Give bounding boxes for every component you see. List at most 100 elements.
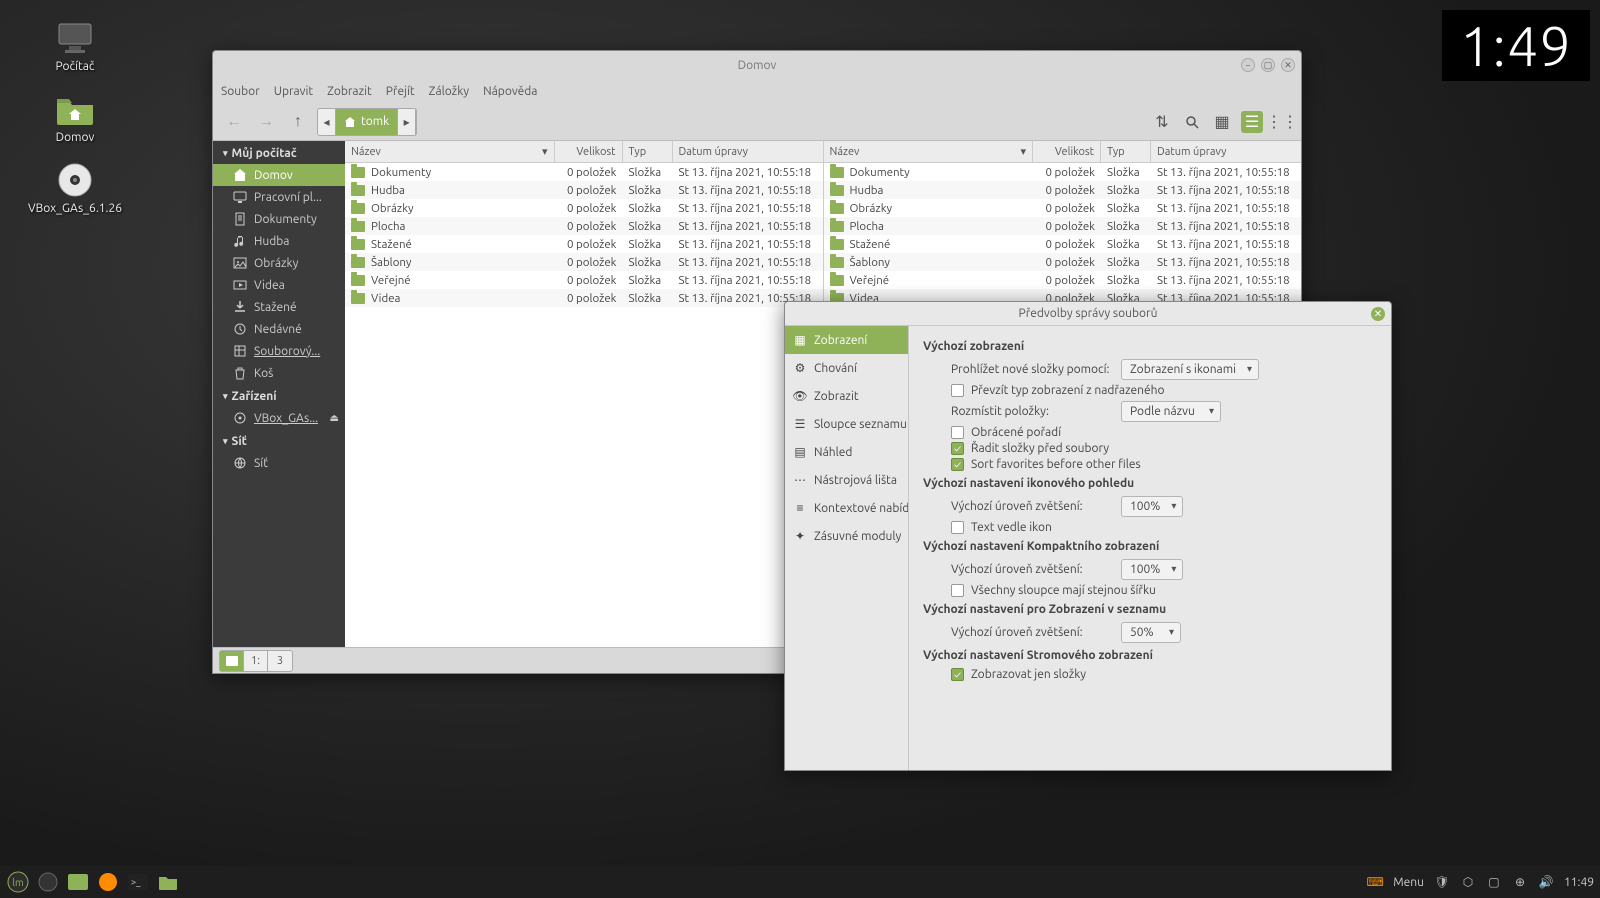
prefs-titlebar[interactable]: Předvolby správy souborů ✕ — [785, 302, 1391, 326]
path-segment-home[interactable]: tomk — [336, 109, 398, 135]
combo-zoom-icon[interactable]: 100% — [1121, 496, 1183, 517]
prefs-tab-gear[interactable]: ⚙Chování — [785, 354, 908, 382]
menu-file[interactable]: Soubor — [221, 85, 260, 98]
col-size[interactable]: Velikost — [555, 141, 623, 162]
table-row[interactable]: Plocha0 položekSložkaSt 13. října 2021, … — [345, 217, 823, 235]
checkbox-same-width[interactable]: Všechny sloupce mají stejnou šířku — [951, 584, 1377, 597]
prefs-tab-grid[interactable]: ▦Zobrazení — [785, 326, 908, 354]
show-desktop-button[interactable] — [36, 870, 60, 894]
sidebar-item-recent[interactable]: Nedávné — [213, 318, 345, 340]
sidebar-head-computer[interactable]: Můj počítač — [213, 141, 345, 164]
sidebar-item-image[interactable]: Obrázky — [213, 252, 345, 274]
menu-edit[interactable]: Upravit — [274, 85, 313, 98]
status-tree-button[interactable]: 1: — [244, 651, 268, 671]
status-page-button[interactable]: 3 — [268, 651, 292, 671]
checkbox-fav-first[interactable]: Sort favorites before other files — [951, 458, 1377, 471]
sidebar-item-trash[interactable]: Koš — [213, 362, 345, 384]
col-name[interactable]: Název▾ — [345, 141, 555, 162]
desktop-icon-home[interactable]: Domov — [20, 91, 130, 144]
taskbar-app-files[interactable] — [156, 870, 180, 894]
sidebar-item-doc[interactable]: Dokumenty — [213, 208, 345, 230]
combo-zoom-list[interactable]: 50% — [1121, 622, 1181, 643]
checkbox-inherit[interactable]: Převzít typ zobrazení z nadřazeného — [951, 384, 1377, 397]
path-prev-button[interactable]: ◂ — [318, 109, 336, 135]
tray-shield-icon[interactable]: ⬡ — [1460, 874, 1476, 890]
combo-zoom-compact[interactable]: 100% — [1121, 559, 1183, 580]
tray-volume-icon[interactable]: 🔊 — [1538, 874, 1554, 890]
table-row[interactable]: Stažené0 položekSložkaSt 13. října 2021,… — [824, 235, 1302, 253]
tray-display-icon[interactable]: ▢ — [1486, 874, 1502, 890]
table-row[interactable]: Dokumenty0 položekSložkaSt 13. října 202… — [824, 163, 1302, 181]
table-row[interactable]: Veřejné0 položekSložkaSt 13. října 2021,… — [824, 271, 1302, 289]
prefs-tab-ctx[interactable]: ≡Kontextové nabídky — [785, 494, 908, 522]
prefs-tab-plug[interactable]: ✦Zásuvné moduly — [785, 522, 908, 550]
prefs-close-button[interactable]: ✕ — [1371, 307, 1385, 321]
checkbox-folders-first[interactable]: Řadit složky před soubory — [951, 442, 1377, 455]
tray-network-icon[interactable]: ⊕ — [1512, 874, 1528, 890]
sidebar-item-video[interactable]: Videa — [213, 274, 345, 296]
titlebar[interactable]: Domov − ▢ ✕ — [213, 51, 1301, 79]
checkbox-reverse[interactable]: Obrácené pořadí — [951, 426, 1377, 439]
sidebar-item-music[interactable]: Hudba — [213, 230, 345, 252]
col-size[interactable]: Velikost — [1033, 141, 1101, 162]
sidebar-head-network[interactable]: Síť — [213, 429, 345, 452]
start-menu-button[interactable]: lm — [6, 870, 30, 894]
sidebar-item-fs[interactable]: Souborový... — [213, 340, 345, 362]
sidebar-item-disc[interactable]: VBox_GAs...⏏ — [213, 407, 345, 429]
table-row[interactable]: Stažené0 položekSložkaSt 13. října 2021,… — [345, 235, 823, 253]
table-row[interactable]: Obrázky0 položekSložkaSt 13. října 2021,… — [345, 199, 823, 217]
nav-back-button[interactable]: ← — [221, 109, 247, 135]
path-next-button[interactable]: ▸ — [398, 109, 416, 135]
window-maximize-button[interactable]: ▢ — [1261, 58, 1275, 72]
col-type[interactable]: Typ — [1101, 141, 1151, 162]
tray-keyboard-icon[interactable]: ⌨ — [1367, 874, 1383, 890]
checkbox-only-folders[interactable]: Zobrazovat jen složky — [951, 668, 1377, 681]
col-type[interactable]: Typ — [623, 141, 673, 162]
table-row[interactable]: Šablony0 položekSložkaSt 13. října 2021,… — [345, 253, 823, 271]
sidebar-item-desktop[interactable]: Pracovní pl... — [213, 186, 345, 208]
desktop-icon-computer[interactable]: Počítač — [20, 20, 130, 73]
combo-view-new[interactable]: Zobrazení s ikonami — [1121, 359, 1259, 380]
file-rows[interactable]: Dokumenty0 položekSložkaSt 13. října 202… — [345, 163, 823, 647]
window-close-button[interactable]: ✕ — [1281, 58, 1295, 72]
col-date[interactable]: Datum úpravy — [673, 141, 823, 162]
menu-go[interactable]: Přejít — [386, 85, 415, 98]
nav-up-button[interactable]: ↑ — [285, 109, 311, 135]
table-row[interactable]: Videa0 položekSložkaSt 13. října 2021, 1… — [345, 289, 823, 307]
col-date[interactable]: Datum úpravy — [1151, 141, 1301, 162]
taskbar-files-button[interactable] — [66, 870, 90, 894]
table-row[interactable]: Veřejné0 položekSložkaSt 13. října 2021,… — [345, 271, 823, 289]
combo-arrange[interactable]: Podle názvu — [1121, 401, 1221, 422]
prefs-tab-prev[interactable]: ▤Náhled — [785, 438, 908, 466]
table-row[interactable]: Šablony0 položekSložkaSt 13. října 2021,… — [824, 253, 1302, 271]
toggle-location-button[interactable]: ⇅ — [1151, 111, 1173, 133]
table-row[interactable]: Dokumenty0 položekSložkaSt 13. října 202… — [345, 163, 823, 181]
taskbar-firefox-button[interactable] — [96, 870, 120, 894]
view-list-button[interactable]: ☰ — [1241, 111, 1263, 133]
menu-help[interactable]: Nápověda — [483, 85, 537, 98]
taskbar-terminal-button[interactable]: >_ — [126, 870, 150, 894]
sidebar-item-download[interactable]: Stažené — [213, 296, 345, 318]
checkbox-text-beside[interactable]: Text vedle ikon — [951, 521, 1377, 534]
table-row[interactable]: Obrázky0 položekSložkaSt 13. října 2021,… — [824, 199, 1302, 217]
menu-label[interactable]: Menu — [1393, 876, 1424, 889]
sidebar-head-devices[interactable]: Zařízení — [213, 384, 345, 407]
col-name[interactable]: Název▾ — [824, 141, 1034, 162]
sidebar-item-home[interactable]: Domov — [213, 164, 345, 186]
prefs-tab-dots[interactable]: ⋯Nástrojová lišta — [785, 466, 908, 494]
eject-icon[interactable]: ⏏ — [330, 412, 339, 424]
table-row[interactable]: Plocha0 položekSložkaSt 13. října 2021, … — [824, 217, 1302, 235]
taskbar-clock[interactable]: 11:49 — [1564, 876, 1594, 889]
desktop-icon-disc[interactable]: VBox_GAs_6.1.26 — [20, 162, 130, 215]
menu-view[interactable]: Zobrazit — [327, 85, 372, 98]
menu-bookmarks[interactable]: Záložky — [429, 85, 469, 98]
tray-updates-icon[interactable]: 🛡 — [1434, 874, 1450, 890]
prefs-tab-eye[interactable]: 👁Zobrazit — [785, 382, 908, 410]
view-compact-button[interactable]: ⋮⋮ — [1271, 111, 1293, 133]
nav-forward-button[interactable]: → — [253, 109, 279, 135]
prefs-tab-cols[interactable]: ☰Sloupce seznamu — [785, 410, 908, 438]
search-button[interactable] — [1181, 111, 1203, 133]
table-row[interactable]: Hudba0 položekSložkaSt 13. října 2021, 1… — [824, 181, 1302, 199]
view-icons-button[interactable]: ▦ — [1211, 111, 1233, 133]
sidebar-item-net[interactable]: Síť — [213, 452, 345, 474]
